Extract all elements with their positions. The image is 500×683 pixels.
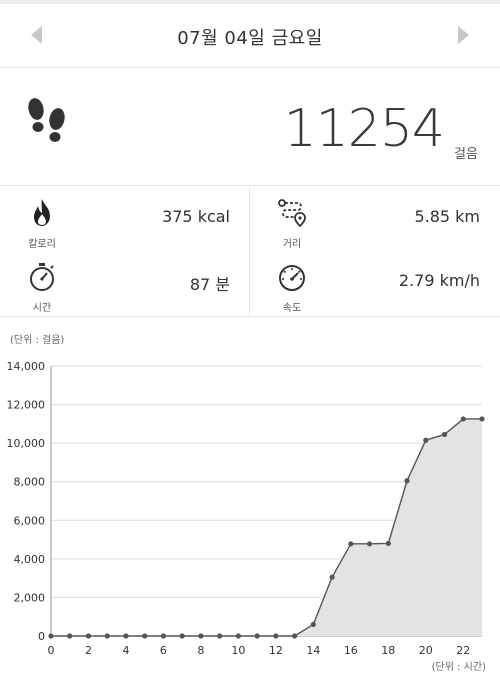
y-tick-label: 4,000 — [14, 553, 46, 566]
stats-panel: 칼로리 375 kcal 거리 5.85 km 시간 87 분 속도 2.79 … — [0, 187, 500, 317]
steps-summary: 11254 걸음 — [0, 69, 500, 186]
data-point — [104, 633, 110, 639]
data-point — [235, 633, 241, 639]
data-point — [160, 633, 167, 639]
calories-value: 375 kcal — [162, 207, 230, 226]
data-point — [67, 633, 73, 639]
data-point — [123, 633, 129, 639]
data-point — [404, 478, 410, 484]
y-tick-label: 6,000 — [14, 514, 46, 527]
steps-count: 11254 — [283, 99, 445, 159]
x-tick-label: 22 — [456, 644, 470, 657]
x-tick-label: 8 — [197, 644, 204, 657]
area-fill — [51, 418, 482, 636]
time-value: 87 분 — [189, 275, 230, 294]
data-point — [292, 633, 298, 639]
stat-speed: 속도 2.79 km/h — [250, 255, 500, 317]
stopwatch-icon — [26, 261, 58, 293]
chart-x-unit: (단위 : 시간) — [431, 662, 486, 673]
data-point — [273, 633, 279, 639]
data-point — [479, 416, 485, 422]
x-tick-label: 14 — [306, 644, 320, 657]
data-point — [48, 633, 54, 639]
data-point — [310, 621, 316, 628]
flame-icon — [26, 197, 58, 229]
data-point — [366, 541, 373, 547]
x-tick-label: 12 — [269, 644, 283, 657]
triangle-right-icon[interactable] — [458, 26, 469, 44]
x-tick-label: 20 — [419, 644, 433, 657]
y-tick-label: 12,000 — [7, 399, 46, 412]
data-point — [385, 540, 391, 547]
stat-distance: 거리 5.85 km — [250, 191, 500, 253]
y-tick-label: 2,000 — [14, 591, 46, 604]
hourly-steps-chart: 14,00012,00010,0008,0006,0004,0002,0000 … — [7, 360, 485, 657]
data-point — [85, 633, 92, 639]
route-icon — [276, 197, 308, 229]
data-point — [179, 633, 185, 639]
x-tick-label: 18 — [381, 644, 395, 657]
data-point — [460, 416, 466, 422]
date-header: 07월 04일 금요일 — [0, 4, 500, 68]
speed-label: 속도 — [282, 303, 302, 314]
data-point — [254, 633, 260, 639]
x-tick-label: 2 — [85, 644, 92, 657]
data-point — [329, 574, 335, 580]
calories-label: 칼로리 — [28, 239, 56, 250]
steps-unit: 걸음 — [454, 147, 478, 162]
data-point — [217, 633, 223, 639]
y-tick-label: 0 — [38, 630, 45, 643]
distance-label: 거리 — [282, 239, 302, 250]
speed-value: 2.79 km/h — [398, 271, 480, 290]
data-point — [423, 437, 429, 443]
x-tick-label: 10 — [231, 644, 245, 657]
stat-calories: 칼로리 375 kcal — [0, 191, 250, 253]
data-point — [348, 541, 354, 547]
data-point — [142, 633, 148, 639]
x-tick-label: 16 — [344, 644, 358, 657]
y-tick-label: 14,000 — [7, 360, 46, 373]
data-point — [198, 633, 204, 639]
speedometer-icon — [276, 261, 308, 293]
time-label: 시간 — [32, 303, 52, 314]
x-tick-label: 6 — [160, 644, 167, 657]
distance-value: 5.85 km — [414, 207, 480, 226]
x-tick-label: 0 — [48, 644, 55, 657]
date-title: 07월 04일 금요일 — [177, 28, 323, 49]
stat-time: 시간 87 분 — [0, 255, 250, 317]
y-tick-label: 8,000 — [14, 476, 46, 489]
x-tick-label: 4 — [122, 644, 129, 657]
y-tick-label: 10,000 — [7, 437, 46, 450]
footprints-icon — [24, 97, 70, 157]
data-point — [441, 431, 448, 438]
